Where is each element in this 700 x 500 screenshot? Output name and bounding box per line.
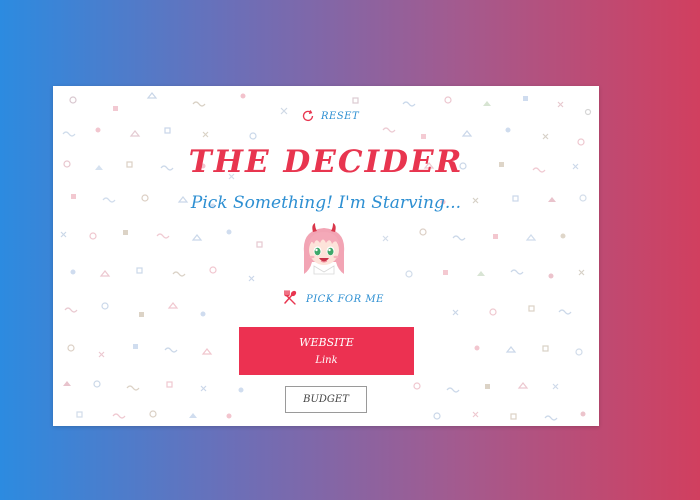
page-title: THE DECIDER [188,144,464,180]
reset-label: RESET [321,110,360,122]
decider-card: RESET THE DECIDER Pick Something! I'm St… [53,86,599,426]
fork-spoon-icon [282,289,298,309]
reset-button[interactable]: RESET [301,108,359,124]
pick-for-me-button[interactable]: PICK FOR ME [282,290,384,308]
refresh-icon [301,109,315,123]
website-button-title: WEBSITE [299,336,354,349]
anime-girl-avatar [298,222,350,280]
website-button-link-label: Link [315,355,338,366]
pick-for-me-label: PICK FOR ME [306,293,384,305]
website-link-button[interactable]: WEBSITE Link [239,327,414,375]
budget-button[interactable]: BUDGET [285,386,367,413]
page-subtitle: Pick Something! I'm Starving... [190,193,462,213]
